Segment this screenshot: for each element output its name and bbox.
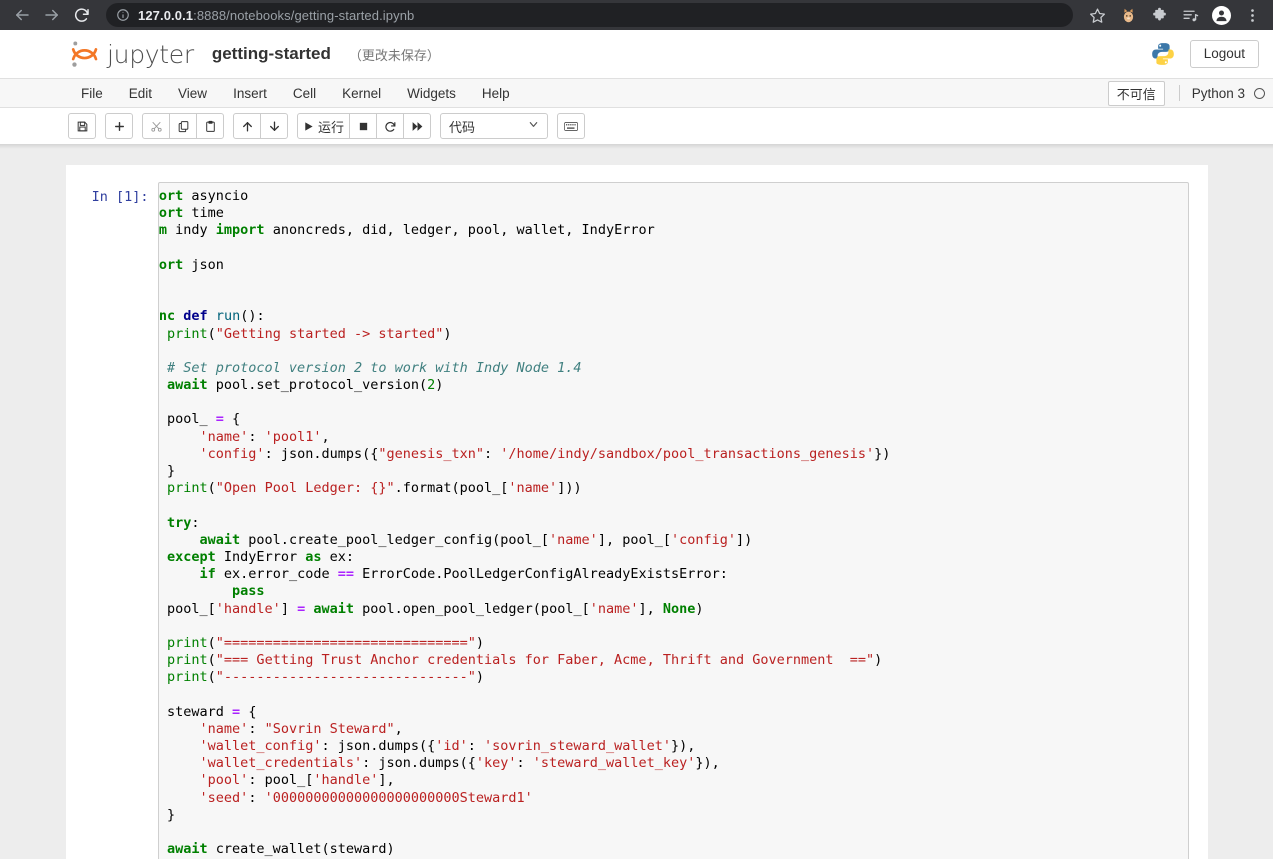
profile-avatar-icon[interactable] <box>1208 2 1234 28</box>
toolbar-group-move <box>233 113 288 139</box>
toolbar-group-palette <box>557 113 586 139</box>
run-cell-button[interactable]: 运行 <box>297 113 351 139</box>
toolbar-group-run: 运行 <box>297 113 432 139</box>
menu-item-widgets[interactable]: Widgets <box>394 79 469 107</box>
restart-and-run-all-button[interactable] <box>403 113 432 139</box>
menu-item-help[interactable]: Help <box>469 79 523 107</box>
url-host: 127.0.0.1 <box>138 7 194 23</box>
cell-type-select[interactable]: 代码 <box>440 113 549 139</box>
logout-button[interactable]: Logout <box>1189 40 1259 68</box>
menu-item-edit[interactable]: Edit <box>116 79 165 107</box>
chevron-down-icon <box>528 119 539 133</box>
menu-item-view[interactable]: View <box>165 79 220 107</box>
insert-cell-below-button[interactable] <box>105 113 133 139</box>
toolbar-group-save <box>68 113 96 139</box>
restart-kernel-button[interactable] <box>376 113 405 139</box>
save-status-text: （更改未保存） <box>348 47 440 63</box>
url-text: 127.0.0.1:8888/notebooks/getting-started… <box>138 8 414 23</box>
browser-chrome: 127.0.0.1:8888/notebooks/getting-started… <box>0 0 1273 30</box>
info-circle-icon[interactable] <box>116 8 130 22</box>
notebook-panel: In [1]: import asyncioimport timefrom in… <box>65 165 1208 859</box>
menu-item-cell[interactable]: Cell <box>280 79 329 107</box>
star-icon[interactable] <box>1084 2 1110 28</box>
copy-cell-button[interactable] <box>169 113 197 139</box>
python-logo-icon <box>1150 41 1176 67</box>
toolbar-shadow <box>0 144 1273 149</box>
puzzle-extension-icon[interactable] <box>1146 2 1172 28</box>
forward-arrow-icon[interactable] <box>38 1 66 29</box>
cut-cell-button[interactable] <box>142 113 170 139</box>
run-button-label: 运行 <box>318 120 345 136</box>
notebook-title[interactable]: getting-started <box>212 44 331 64</box>
header-right-group: Logout <box>1150 40 1259 68</box>
url-path: :8888/notebooks/getting-started.ipynb <box>193 7 415 23</box>
notebook-scroll-area[interactable]: In [1]: import asyncioimport timefrom in… <box>0 144 1273 859</box>
menu-item-file[interactable]: File <box>68 79 116 107</box>
back-arrow-icon[interactable] <box>8 1 36 29</box>
toolbar-group-insert <box>105 113 133 139</box>
kernel-name-label: Python 3 <box>1191 85 1245 101</box>
jupyter-header: jupyter getting-started （更改未保存） Logout <box>0 30 1273 78</box>
menu-item-kernel[interactable]: Kernel <box>329 79 394 107</box>
jupyter-brand-text: jupyter <box>107 39 194 69</box>
menu-item-insert[interactable]: Insert <box>220 79 280 107</box>
paste-cell-button[interactable] <box>196 113 224 139</box>
interrupt-kernel-button[interactable] <box>349 113 378 139</box>
save-button[interactable] <box>68 113 96 139</box>
kernel-idle-circle-icon <box>1254 87 1265 99</box>
input-prompt-label: In [1]: <box>91 189 149 205</box>
trust-status-badge[interactable]: 不可信 <box>1107 80 1165 106</box>
reload-icon[interactable] <box>68 1 96 29</box>
code-source-text[interactable]: import asyncioimport timefrom indy impor… <box>159 188 1182 858</box>
jupyter-logo-icon[interactable] <box>68 38 102 70</box>
command-palette-button[interactable] <box>557 113 586 139</box>
move-cell-down-button[interactable] <box>260 113 288 139</box>
three-dot-menu-icon[interactable] <box>1239 2 1265 28</box>
cell-type-value: 代码 <box>449 120 476 136</box>
menubar-divider <box>1178 85 1180 101</box>
cat-extension-icon[interactable] <box>1115 2 1141 28</box>
move-cell-up-button[interactable] <box>233 113 261 139</box>
reading-list-icon[interactable] <box>1177 2 1203 28</box>
code-cell-editor[interactable]: import asyncioimport timefrom indy impor… <box>157 182 1189 859</box>
code-cell-row[interactable]: In [1]: import asyncioimport timefrom in… <box>66 182 1208 859</box>
menubar-right-group: 不可信 Python 3 <box>1107 79 1265 107</box>
menubar: File Edit View Insert Cell Kernel Widget… <box>0 78 1273 108</box>
toolbar-group-clipboard <box>142 113 224 139</box>
notebook-toolbar: 运行 代码 <box>0 108 1273 144</box>
address-bar[interactable]: 127.0.0.1:8888/notebooks/getting-started… <box>106 3 1073 27</box>
